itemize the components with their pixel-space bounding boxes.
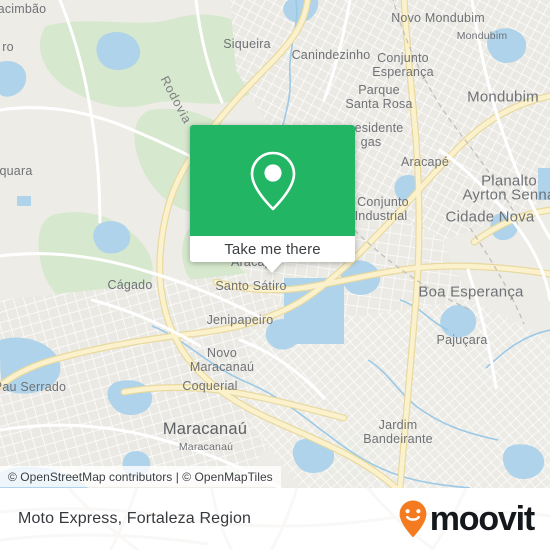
take-me-there-button[interactable]: Take me there [190, 236, 355, 262]
page-title: Moto Express, Fortaleza Region [18, 510, 252, 527]
map-attribution: © OpenStreetMap contributors | © OpenMap… [0, 466, 281, 487]
location-pin-icon [250, 151, 295, 210]
callout-tail [261, 261, 283, 273]
footer-bar: Moto Express, Fortaleza Region moovit [0, 488, 550, 550]
take-me-there-label: Take me there [224, 240, 321, 258]
callout-image-area [190, 125, 355, 236]
footer-content: Moto Express, Fortaleza Region moovit [0, 488, 550, 550]
moovit-wordmark: moovit [429, 500, 535, 538]
map-canvas[interactable]: acimbão ro quara Pau Serrado Siqueira Caninde… [0, 0, 550, 488]
map-callout[interactable]: Take me there [190, 125, 355, 273]
moovit-logo[interactable]: moovit [398, 499, 535, 539]
callout-body: Take me there [190, 125, 355, 262]
moovit-pin-icon [399, 500, 427, 538]
screenshot-root: acimbão ro quara Pau Serrado Siqueira Caninde… [0, 0, 550, 550]
attribution-text: © OpenStreetMap contributors | © OpenMap… [8, 469, 273, 484]
